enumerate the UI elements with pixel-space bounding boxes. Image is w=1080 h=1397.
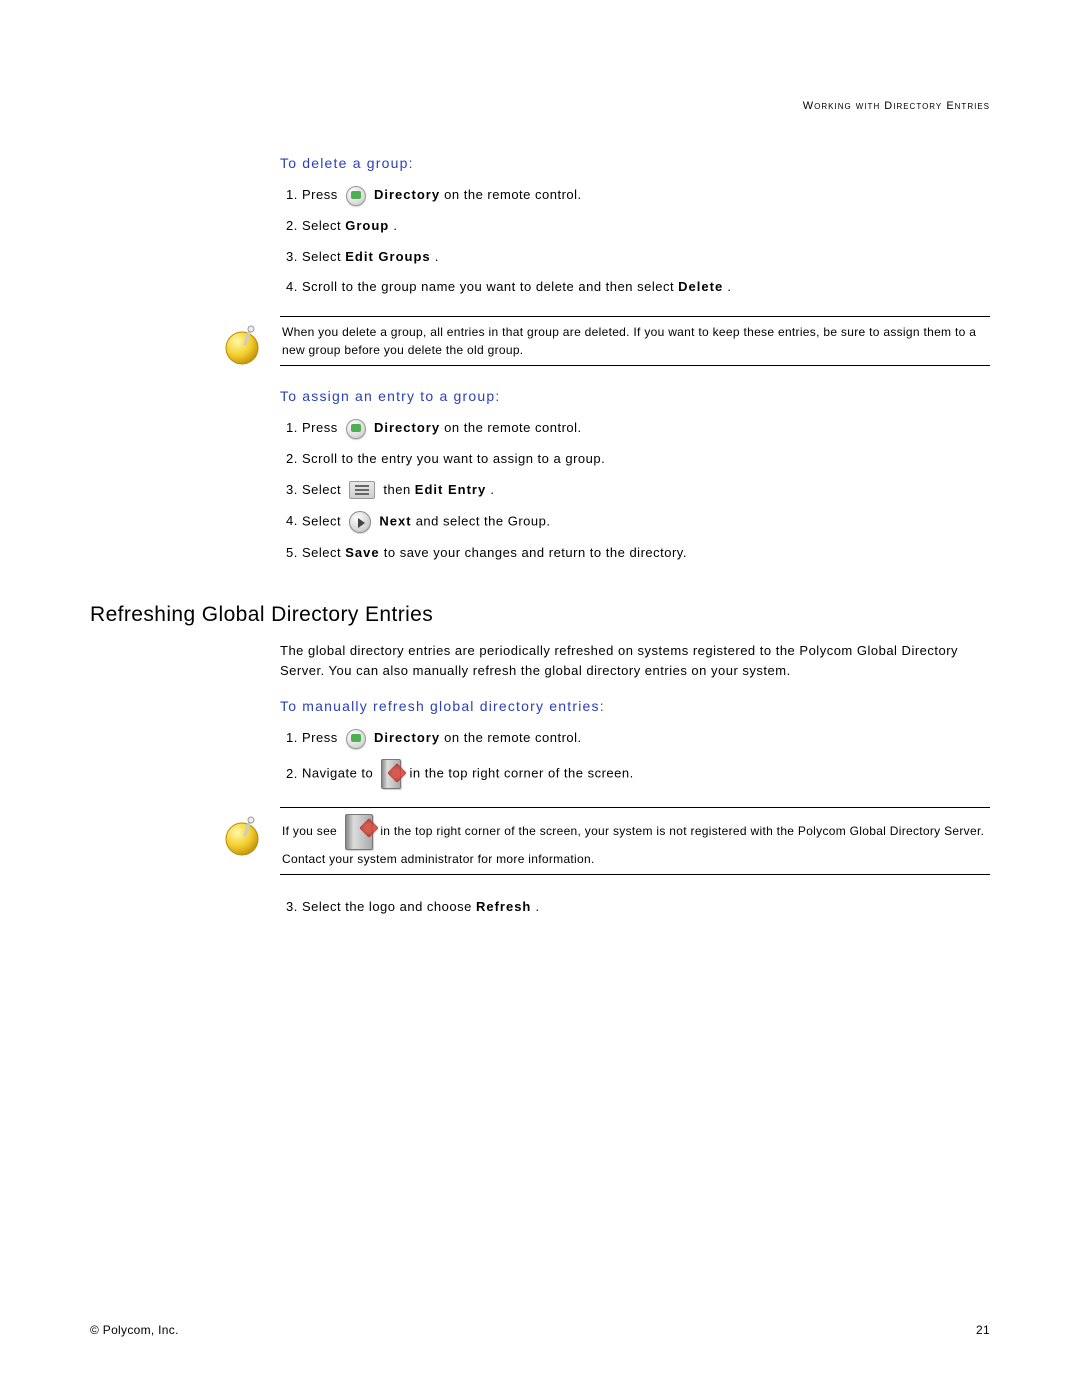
list-item: Press Directory on the remote control.	[302, 728, 990, 749]
step-bold: Delete	[678, 279, 723, 294]
step-text: Navigate to	[302, 766, 377, 781]
step-bold: Directory	[374, 420, 440, 435]
step-text: Select	[302, 482, 345, 497]
page-footer: © Polycom, Inc. 21	[90, 1323, 990, 1337]
step-text: Press	[302, 187, 342, 202]
step-text: on the remote control.	[444, 187, 581, 202]
step-bold: Edit Groups	[345, 249, 430, 264]
steps-refresh: Press Directory on the remote control. N…	[280, 728, 990, 789]
step-text: Scroll to the group name you want to del…	[302, 279, 678, 294]
step-text: to save your changes and return to the d…	[384, 545, 687, 560]
content-area: To delete a group: Press Directory on th…	[280, 155, 990, 918]
footer-copyright: © Polycom, Inc.	[90, 1323, 179, 1337]
list-item: Press Directory on the remote control.	[302, 185, 990, 206]
list-item: Scroll to the group name you want to del…	[302, 277, 990, 298]
intro-paragraph: The global directory entries are periodi…	[280, 641, 990, 680]
list-item: Select Next and select the Group.	[302, 511, 990, 533]
step-bold: Group	[345, 218, 389, 233]
note-text: If you see in the top right corner of th…	[280, 807, 990, 875]
step-bold: Refresh	[476, 899, 531, 914]
directory-icon	[346, 419, 366, 439]
list-item: Navigate to in the top right corner of t…	[302, 759, 990, 789]
note-block: If you see in the top right corner of th…	[220, 807, 990, 875]
step-text: Press	[302, 730, 342, 745]
note-part: in the top right corner of the screen, y…	[282, 824, 984, 866]
step-text: Select	[302, 513, 345, 528]
list-item: Select Edit Groups .	[302, 247, 990, 268]
step-text: Select	[302, 545, 345, 560]
page-header: Working with Directory Entries	[803, 100, 990, 112]
heading-refreshing: Refreshing Global Directory Entries	[90, 603, 990, 627]
step-bold: Save	[345, 545, 379, 560]
list-item: Select the logo and choose Refresh .	[302, 897, 990, 918]
step-bold: Next	[379, 513, 411, 528]
section-title-delete-group: To delete a group:	[280, 155, 990, 171]
note-pin-icon	[220, 324, 264, 371]
document-page: Working with Directory Entries To delete…	[0, 0, 1080, 1397]
step-bold: Directory	[374, 730, 440, 745]
step-text: on the remote control.	[444, 730, 581, 745]
step-text: Select	[302, 249, 345, 264]
list-item: Scroll to the entry you want to assign t…	[302, 449, 990, 470]
list-icon	[349, 481, 375, 499]
directory-icon	[346, 729, 366, 749]
list-item: Select Group .	[302, 216, 990, 237]
note-part: If you see	[282, 824, 341, 838]
step-bold: Edit Entry	[415, 482, 486, 497]
steps-assign-entry: Press Directory on the remote control. S…	[280, 418, 990, 563]
step-text: .	[490, 482, 494, 497]
step-text: .	[393, 218, 397, 233]
next-arrow-icon	[349, 511, 371, 533]
note-block: When you delete a group, all entries in …	[220, 316, 990, 366]
step-text: Scroll to the entry you want to assign t…	[302, 451, 605, 466]
list-item: Select Save to save your changes and ret…	[302, 543, 990, 564]
page-number: 21	[976, 1323, 990, 1337]
steps-delete-group: Press Directory on the remote control. S…	[280, 185, 990, 298]
step-text: .	[536, 899, 540, 914]
step-text: on the remote control.	[444, 420, 581, 435]
server-logo-icon	[345, 814, 373, 850]
step-text: Select	[302, 218, 345, 233]
step-text: Press	[302, 420, 342, 435]
section-title-refresh: To manually refresh global directory ent…	[280, 698, 990, 714]
step-text: .	[435, 249, 439, 264]
note-text: When you delete a group, all entries in …	[280, 316, 990, 366]
step-text: .	[727, 279, 731, 294]
step-text: Select the logo and choose	[302, 899, 476, 914]
steps-refresh-cont: Select the logo and choose Refresh .	[280, 897, 990, 918]
list-item: Select then Edit Entry .	[302, 480, 990, 501]
section-title-assign-entry: To assign an entry to a group:	[280, 388, 990, 404]
server-logo-icon	[381, 759, 401, 789]
directory-icon	[346, 186, 366, 206]
step-text: in the top right corner of the screen.	[410, 766, 634, 781]
list-item: Press Directory on the remote control.	[302, 418, 990, 439]
step-text: and select the Group.	[416, 513, 551, 528]
step-text: then	[383, 482, 414, 497]
step-bold: Directory	[374, 187, 440, 202]
note-pin-icon	[220, 815, 264, 862]
